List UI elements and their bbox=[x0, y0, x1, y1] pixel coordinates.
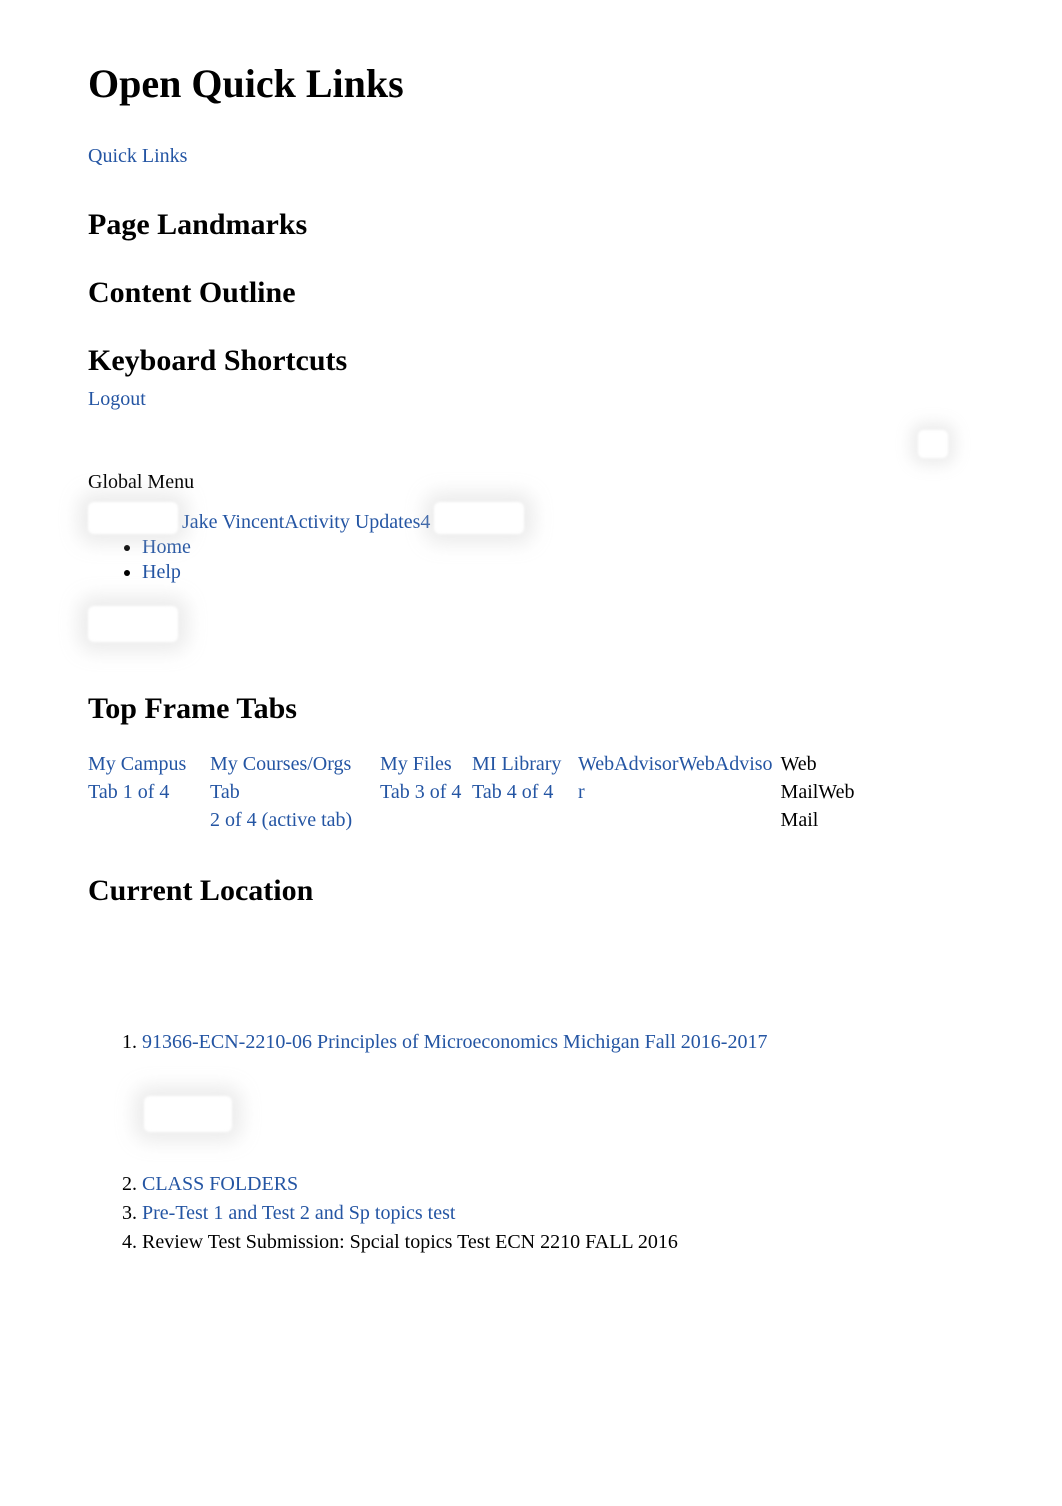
user-name-link[interactable]: Jake Vincent bbox=[182, 511, 284, 533]
menu-item-help[interactable]: Help bbox=[142, 561, 974, 584]
tabs-row: My Campus Tab 1 of 4 My Courses/Orgs Tab… bbox=[88, 750, 974, 834]
tab-label: MI Library bbox=[472, 750, 570, 778]
help-link[interactable]: Help bbox=[142, 561, 181, 583]
activity-updates-link[interactable]: Activity Updates4 bbox=[284, 511, 430, 533]
tab-label: My Files bbox=[380, 750, 464, 778]
breadcrumb-link[interactable]: Pre-Test 1 and Test 2 and Sp topics test bbox=[142, 1202, 455, 1224]
tab-label: WebAdvisorWebAdviso bbox=[578, 750, 773, 778]
tab-my-files[interactable]: My Files Tab 3 of 4 bbox=[380, 750, 472, 806]
logout-link[interactable]: Logout bbox=[88, 388, 146, 410]
tab-label: Web MailWeb Mail bbox=[781, 750, 855, 834]
content-outline-heading: Content Outline bbox=[88, 276, 974, 310]
blurred-region bbox=[88, 606, 178, 642]
tab-label: My Campus bbox=[88, 750, 202, 778]
quick-links-link[interactable]: Quick Links bbox=[88, 145, 187, 168]
activity-updates-count: 4 bbox=[420, 511, 430, 533]
blurred-region bbox=[434, 502, 524, 534]
blurred-region bbox=[144, 1096, 232, 1132]
breadcrumb-item: Review Test Submission: Spcial topics Te… bbox=[142, 1228, 974, 1256]
tab-sub: 2 of 4 (active tab) bbox=[210, 806, 372, 834]
menu-item-home[interactable]: Home bbox=[142, 536, 974, 559]
breadcrumb-item: 91366-ECN-2210-06 Principles of Microeco… bbox=[142, 1028, 974, 1132]
page-landmarks-heading: Page Landmarks bbox=[88, 208, 974, 242]
blurred-region bbox=[918, 430, 948, 458]
keyboard-shortcuts-heading: Keyboard Shortcuts bbox=[88, 344, 974, 378]
current-location-heading: Current Location bbox=[88, 874, 974, 908]
global-menu-label: Global Menu bbox=[88, 471, 974, 494]
tab-sub: Tab 3 of 4 bbox=[380, 778, 464, 806]
breadcrumb-item: Pre-Test 1 and Test 2 and Sp topics test bbox=[142, 1199, 974, 1227]
top-frame-tabs-heading: Top Frame Tabs bbox=[88, 692, 974, 726]
tab-web-mail: Web MailWeb Mail bbox=[781, 750, 863, 834]
tab-my-courses[interactable]: My Courses/Orgs Tab 2 of 4 (active tab) bbox=[210, 750, 380, 834]
breadcrumb-list: 91366-ECN-2210-06 Principles of Microeco… bbox=[142, 1028, 974, 1256]
global-menu-list: Home Help bbox=[142, 536, 974, 584]
home-link[interactable]: Home bbox=[142, 536, 191, 558]
tab-sub: Tab 4 of 4 bbox=[472, 778, 570, 806]
page-title: Open Quick Links bbox=[88, 60, 974, 107]
tab-mi-library[interactable]: MI Library Tab 4 of 4 bbox=[472, 750, 578, 806]
tab-label: My Courses/Orgs Tab bbox=[210, 750, 372, 806]
breadcrumb-link[interactable]: CLASS FOLDERS bbox=[142, 1173, 298, 1195]
tab-my-campus[interactable]: My Campus Tab 1 of 4 bbox=[88, 750, 210, 806]
activity-updates-label: Activity Updates bbox=[284, 511, 420, 533]
tab-sub: Tab 1 of 4 bbox=[88, 778, 202, 806]
blurred-region bbox=[88, 502, 178, 534]
breadcrumb-link[interactable]: 91366-ECN-2210-06 Principles of Microeco… bbox=[142, 1031, 767, 1053]
breadcrumb-item: CLASS FOLDERS bbox=[142, 1170, 974, 1198]
tab-webadvisor[interactable]: WebAdvisorWebAdviso r bbox=[578, 750, 781, 806]
tab-sub: r bbox=[578, 778, 773, 806]
breadcrumb-current: Review Test Submission: Spcial topics Te… bbox=[142, 1231, 678, 1253]
